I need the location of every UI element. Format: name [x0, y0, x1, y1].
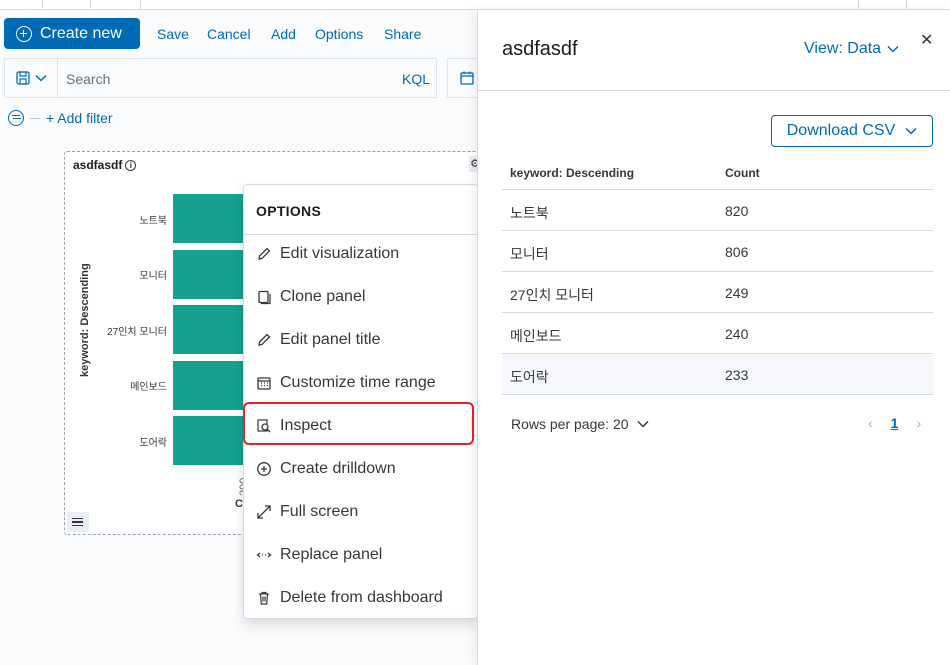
- column-header-keyword[interactable]: keyword: Descending: [510, 166, 634, 180]
- create-new-label: Create new: [40, 24, 122, 42]
- menu-item-label: Edit panel title: [280, 331, 381, 348]
- plus-circle-icon: [256, 461, 272, 477]
- menu-item-edit-panel-title[interactable]: Edit panel title: [256, 329, 381, 351]
- top-nav-strip: [0, 0, 950, 10]
- expand-icon: [256, 504, 272, 520]
- copy-icon: [256, 289, 272, 305]
- table-row: 노트북 820: [502, 190, 933, 231]
- column-header-count[interactable]: Count: [725, 166, 760, 180]
- calendar-icon: [256, 375, 272, 391]
- filter-icon[interactable]: [8, 110, 24, 126]
- menu-item-label: Create drilldown: [280, 460, 396, 477]
- panel-title-text: asdfasdf: [73, 158, 123, 172]
- cell-keyword: 도어락: [510, 369, 549, 385]
- menu-item-edit-visualization[interactable]: Edit visualization: [256, 243, 399, 265]
- rows-per-page-label: Rows per page: 20: [511, 416, 629, 432]
- panel-title: asdfasdf i: [73, 158, 137, 172]
- view-selector[interactable]: View: Data: [804, 40, 899, 58]
- kql-toggle[interactable]: KQL: [402, 71, 430, 87]
- next-page-icon[interactable]: ›: [916, 415, 921, 431]
- data-table: keyword: Descending Count 노트북 820 모니터 806 27…: [502, 160, 933, 395]
- cell-count: 820: [725, 203, 749, 219]
- chevron-down-icon: [637, 420, 649, 428]
- y-tick-label: 노트북: [139, 215, 167, 227]
- download-csv-label: Download CSV: [786, 122, 896, 139]
- download-csv-button[interactable]: Download CSV: [771, 115, 933, 147]
- menu-item-delete-from-dashboard[interactable]: Delete from dashboard: [256, 587, 443, 609]
- add-link[interactable]: Add: [271, 26, 296, 42]
- menu-item-clone-panel[interactable]: Clone panel: [256, 286, 365, 308]
- save-link[interactable]: Save: [157, 26, 189, 42]
- cell-count: 249: [725, 285, 749, 301]
- menu-divider: [244, 234, 477, 235]
- table-row: 27인치 모니터 249: [502, 272, 933, 313]
- add-filter-link[interactable]: + Add filter: [46, 110, 113, 126]
- menu-item-label: Edit visualization: [280, 245, 400, 262]
- prev-page-icon[interactable]: ‹: [868, 415, 873, 431]
- x-axis-title: C: [235, 498, 243, 510]
- calendar-icon: [460, 71, 474, 85]
- chevron-down-icon: [905, 127, 917, 135]
- menu-item-replace-panel[interactable]: Replace panel: [256, 544, 382, 566]
- saved-query-button[interactable]: [5, 59, 58, 97]
- menu-item-label: Customize time range: [280, 374, 436, 391]
- pencil-icon: [256, 246, 272, 262]
- menu-item-label: Clone panel: [280, 288, 366, 305]
- query-bar: Search KQL: [4, 58, 437, 98]
- table-header: keyword: Descending Count: [502, 160, 933, 190]
- trash-icon: [256, 590, 272, 606]
- view-selector-label: View: Data: [804, 40, 882, 57]
- table-row: 메인보드 240: [502, 313, 933, 354]
- rows-per-page-selector[interactable]: Rows per page: 20: [511, 416, 649, 432]
- search-input[interactable]: Search: [66, 71, 110, 87]
- share-link[interactable]: Share: [384, 26, 421, 42]
- y-tick-label: 메인보드: [130, 382, 167, 393]
- save-disk-icon: [15, 71, 30, 85]
- page-number[interactable]: 1: [891, 415, 899, 431]
- cell-count: 806: [725, 244, 749, 260]
- cell-keyword: 메인보드: [510, 328, 562, 344]
- menu-item-create-drilldown[interactable]: Create drilldown: [256, 458, 396, 480]
- info-icon[interactable]: i: [125, 159, 137, 171]
- plus-circle-icon: [16, 25, 32, 42]
- legend-toggle-icon[interactable]: [67, 512, 89, 532]
- chevron-down-icon: [887, 45, 899, 53]
- menu-title: OPTIONS: [256, 203, 322, 219]
- filter-divider: [30, 117, 40, 119]
- pencil-icon: [256, 332, 272, 348]
- dashboard-screen: Create new Save Cancel Add Options Share…: [0, 0, 950, 665]
- menu-item-label: Replace panel: [280, 546, 383, 563]
- cell-keyword: 노트북: [510, 205, 549, 221]
- menu-item-label: Delete from dashboard: [280, 589, 443, 606]
- cell-keyword: 모니터: [510, 246, 549, 262]
- menu-item-label: Full screen: [280, 503, 359, 520]
- cell-count: 240: [725, 326, 749, 342]
- options-link[interactable]: Options: [315, 26, 363, 42]
- cancel-link[interactable]: Cancel: [207, 26, 251, 42]
- filter-bar: + Add filter: [8, 110, 113, 126]
- inspector-flyout: asdfasdf View: Data ✕ Download CSV keywo…: [477, 10, 950, 665]
- pagination: ‹ 1 ›: [868, 415, 921, 431]
- inspect-highlight-box: [243, 402, 474, 445]
- y-tick-label: 모니터: [139, 271, 167, 282]
- menu-item-full-screen[interactable]: Full screen: [256, 501, 358, 523]
- menu-item-customize-time-range[interactable]: Customize time range: [256, 372, 436, 394]
- swap-icon: [256, 547, 272, 563]
- table-row: 모니터 806: [502, 231, 933, 272]
- create-new-button[interactable]: Create new: [4, 18, 140, 49]
- chevron-down-icon: [34, 74, 47, 82]
- table-row: 도어락 233: [502, 354, 933, 395]
- close-icon[interactable]: ✕: [920, 30, 933, 50]
- cell-keyword: 27인치 모니터: [510, 287, 594, 303]
- y-tick-label: 도어락: [139, 437, 167, 449]
- flyout-divider: [478, 90, 950, 91]
- y-tick-label: 27인치 모니터: [107, 326, 167, 338]
- flyout-title: asdfasdf: [502, 38, 578, 60]
- cell-count: 233: [725, 367, 749, 383]
